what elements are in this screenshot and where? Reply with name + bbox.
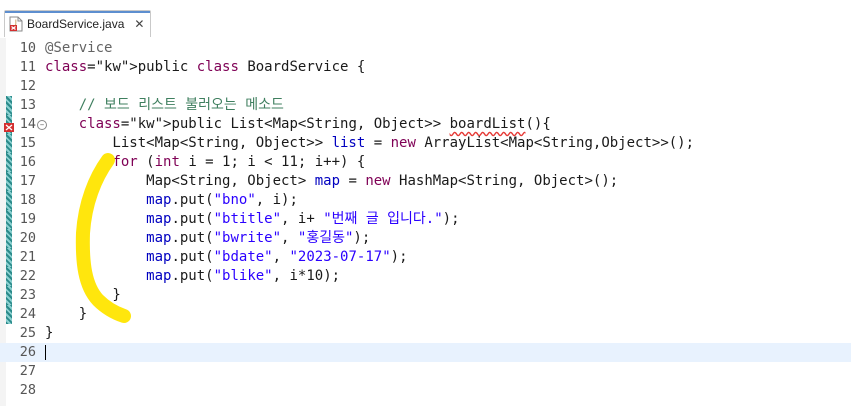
line-number: 19 bbox=[19, 211, 36, 227]
line-code: List<Map<String, Object>> list = new Arr… bbox=[45, 135, 695, 151]
line-number: 26 bbox=[19, 344, 36, 360]
change-marker bbox=[6, 267, 12, 286]
line-number: 20 bbox=[19, 230, 36, 246]
code-line[interactable]: 11 class="kw">public class BoardService { bbox=[0, 58, 851, 77]
code-line[interactable]: 17 Map<String, Object> map = new HashMap… bbox=[0, 172, 851, 191]
line-number: 16 bbox=[19, 154, 36, 170]
java-file-error-icon: J bbox=[9, 16, 23, 32]
line-code: class="kw">public List<Map<String, Objec… bbox=[78, 116, 551, 132]
code-line[interactable]: 20 map.put("bwrite", "홍길동"); bbox=[0, 229, 851, 248]
change-marker bbox=[6, 153, 12, 172]
change-marker bbox=[6, 191, 12, 210]
code-editor[interactable]: 10 @Service 11 class="kw">public class Boar… bbox=[0, 38, 851, 406]
line-code: map.put("bdate", "2023-07-17"); bbox=[146, 249, 408, 265]
code-line[interactable]: 23 } bbox=[0, 286, 851, 305]
text-caret bbox=[45, 345, 46, 360]
line-code: for (int i = 1; i < 11; i++) { bbox=[112, 154, 366, 170]
change-marker bbox=[6, 229, 12, 248]
code-line[interactable]: 24 } bbox=[0, 305, 851, 324]
code-line[interactable]: 16 for (int i = 1; i < 11; i++) { bbox=[0, 153, 851, 172]
active-tab-indicator bbox=[5, 11, 151, 13]
change-marker bbox=[6, 305, 12, 324]
tab-boardservice-java[interactable]: J BoardService.java ✕ bbox=[4, 10, 152, 37]
tab-title: BoardService.java bbox=[27, 17, 125, 31]
line-code: map.put("btitle", i+ "번째 글 입니다."); bbox=[146, 211, 460, 227]
line-number: 13 bbox=[19, 97, 36, 113]
line-code: class="kw">public class BoardService { bbox=[45, 59, 366, 75]
line-number: 14 bbox=[19, 116, 36, 132]
change-marker bbox=[6, 134, 12, 153]
code-line[interactable]: 15 List<Map<String, Object>> list = new … bbox=[0, 134, 851, 153]
line-code: // 보드 리스트 불러오는 메소드 bbox=[45, 97, 284, 113]
editor-tab-bar: J BoardService.java ✕ bbox=[0, 0, 851, 39]
code-line[interactable]: −14 class="kw">public List<Map<String, O… bbox=[0, 115, 851, 134]
close-tab-icon[interactable]: ✕ bbox=[134, 17, 144, 31]
line-number: 18 bbox=[19, 192, 36, 208]
code-line[interactable]: 21 map.put("bdate", "2023-07-17"); bbox=[0, 248, 851, 267]
line-code: } bbox=[45, 306, 88, 322]
line-code: @Service bbox=[45, 40, 113, 56]
line-number: 22 bbox=[19, 268, 36, 284]
change-marker bbox=[6, 286, 12, 305]
code-line[interactable]: 28 bbox=[0, 381, 851, 400]
code-line[interactable]: 19 map.put("btitle", i+ "번째 글 입니다."); bbox=[0, 210, 851, 229]
svg-text:J: J bbox=[14, 19, 17, 26]
change-marker bbox=[6, 210, 12, 229]
change-marker bbox=[6, 96, 12, 115]
code-line[interactable]: 25} bbox=[0, 324, 851, 343]
code-line[interactable]: 18 map.put("bno", i); bbox=[0, 191, 851, 210]
line-number: 12 bbox=[19, 78, 36, 94]
code-line[interactable]: 13 // 보드 리스트 불러오는 메소드 bbox=[0, 96, 851, 115]
line-code: map.put("bwrite", "홍길동"); bbox=[146, 230, 371, 246]
code-line[interactable]: 10 @Service bbox=[0, 39, 851, 58]
line-code: Map<String, Object> map = new HashMap<St… bbox=[45, 173, 619, 189]
line-number: 10 bbox=[19, 40, 36, 56]
line-number: 11 bbox=[19, 59, 36, 75]
change-marker bbox=[6, 172, 12, 191]
change-marker bbox=[6, 248, 12, 267]
code-line[interactable]: 26 bbox=[0, 343, 851, 362]
error-marker-icon[interactable] bbox=[4, 118, 14, 132]
line-code: } bbox=[45, 325, 54, 341]
line-number: 28 bbox=[19, 382, 36, 398]
code-line[interactable]: 12 bbox=[0, 77, 851, 96]
code-line[interactable]: 27 bbox=[0, 362, 851, 381]
line-number: 21 bbox=[19, 249, 36, 265]
line-number: 25 bbox=[19, 325, 36, 341]
code-line[interactable]: 22 map.put("blike", i*10); bbox=[0, 267, 851, 286]
line-number: 23 bbox=[19, 287, 36, 303]
line-number: 24 bbox=[19, 306, 36, 322]
line-code: } bbox=[45, 287, 121, 303]
line-code: map.put("blike", i*10); bbox=[146, 268, 341, 284]
line-code: map.put("bno", i); bbox=[146, 192, 298, 208]
line-number: 27 bbox=[19, 363, 36, 379]
line-number: 15 bbox=[19, 135, 36, 151]
line-number: 17 bbox=[19, 173, 36, 189]
